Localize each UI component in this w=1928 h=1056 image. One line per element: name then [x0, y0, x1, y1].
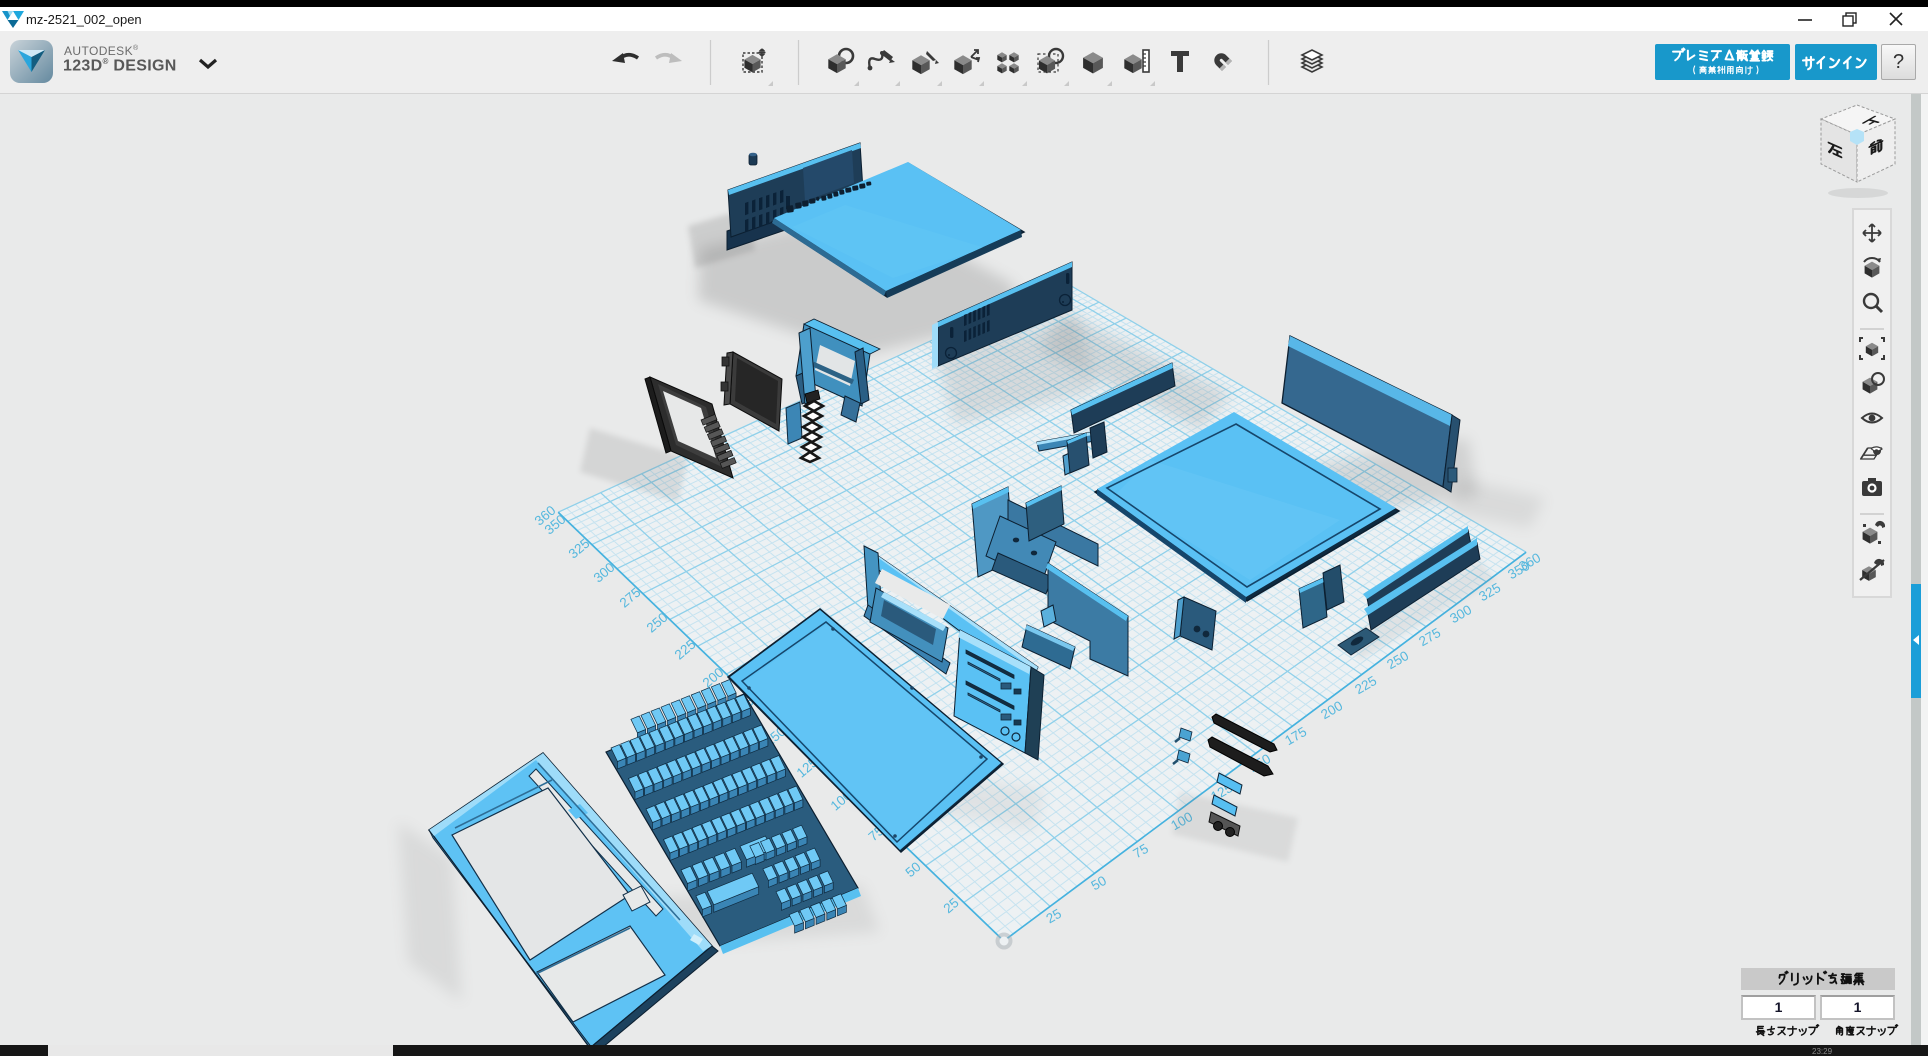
svg-text:50: 50	[903, 859, 924, 880]
